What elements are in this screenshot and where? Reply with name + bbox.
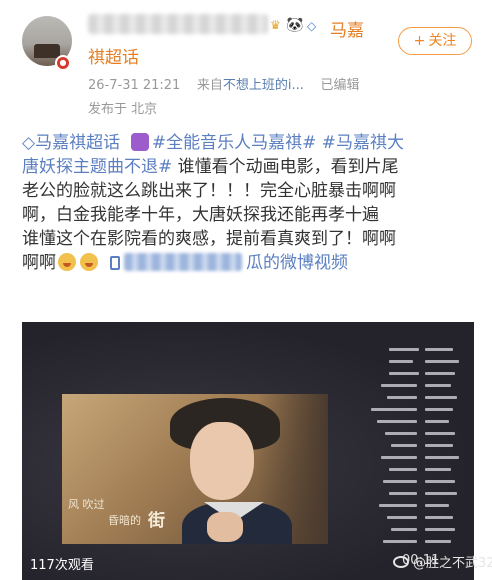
source-name[interactable]: 不想上班的i...: [223, 78, 304, 93]
user-name-part2[interactable]: 祺超话: [88, 43, 139, 68]
crown-icon: ♛: [270, 18, 281, 32]
verified-badge-icon: ●: [55, 55, 71, 71]
watermark-text: @胜之不武32: [413, 556, 492, 571]
follow-button[interactable]: + 关注: [398, 27, 472, 55]
superchat-diamond-icon: ◇: [22, 133, 36, 153]
face-emoji-icon: [58, 253, 76, 271]
movie-subtitle-a: 风 吹过: [68, 498, 105, 511]
user-name-part1[interactable]: 马嘉: [330, 16, 364, 41]
body-text-2: 老公的脸就这么跳出来了！！！完全心脏暴击啊啊: [22, 181, 396, 201]
topic-1[interactable]: #全能音乐人马嘉祺#: [152, 133, 317, 153]
end-credits: [367, 340, 472, 580]
post-body: ◇马嘉祺超话 #全能音乐人马嘉祺# #马嘉祺大 唐妖探主题曲不退# 谁懂看个动画…: [22, 131, 474, 275]
timestamp: 26-7-31 21:21: [88, 78, 181, 93]
video-link-text[interactable]: 瓜的微博视频: [246, 253, 348, 273]
weibo-watermark: @胜之不武32: [393, 552, 492, 571]
video-player[interactable]: 风 吹过 昏暗的 街 117次观看 00:11: [22, 322, 474, 580]
blurred-video-link[interactable]: [124, 253, 242, 271]
diamond-icon: ◇: [307, 19, 317, 33]
panda-icon: 🐼: [286, 17, 304, 33]
source-prefix: 来自: [196, 78, 223, 93]
plus-icon: +: [413, 33, 426, 49]
movie-frame: 风 吹过 昏暗的 街: [62, 394, 328, 544]
weibo-logo-icon: [393, 556, 409, 568]
video-link-icon[interactable]: [110, 256, 120, 270]
body-text-3: 啊，白金我能孝十年，大唐妖探我还能再孝十遍: [22, 205, 379, 225]
post-location: 发布于 北京: [88, 102, 158, 117]
body-text-4: 谁懂这个在影院看的爽感，提前看真爽到了！啊啊: [22, 229, 396, 249]
body-text-1: 谁懂看个动画电影，看到片尾: [177, 157, 399, 177]
post-header: ● ♛ 🐼 ◇ 马嘉 祺超话 + 关注 26-7-31 21:21 来自不想上班的…: [0, 0, 492, 125]
topic-super[interactable]: 马嘉祺超话: [35, 133, 120, 153]
view-count: 117次观看: [30, 558, 94, 573]
heart-emoji-icon: [130, 133, 149, 151]
movie-subtitle-b: 昏暗的: [108, 514, 141, 527]
topic-2-part1[interactable]: #马嘉祺大: [322, 133, 404, 153]
edited-label[interactable]: 已编辑: [320, 78, 359, 93]
topic-2-part2[interactable]: 唐妖探主题曲不退#: [22, 157, 172, 177]
body-text-5: 啊啊: [22, 253, 56, 273]
blurred-user-name[interactable]: [88, 14, 268, 34]
movie-subtitle-c: 街: [148, 511, 165, 531]
follow-button-label: 关注: [428, 33, 457, 49]
post-meta: 26-7-31 21:21 来自不想上班的i... 已编辑: [88, 74, 359, 93]
face-emoji-icon: [80, 253, 98, 271]
